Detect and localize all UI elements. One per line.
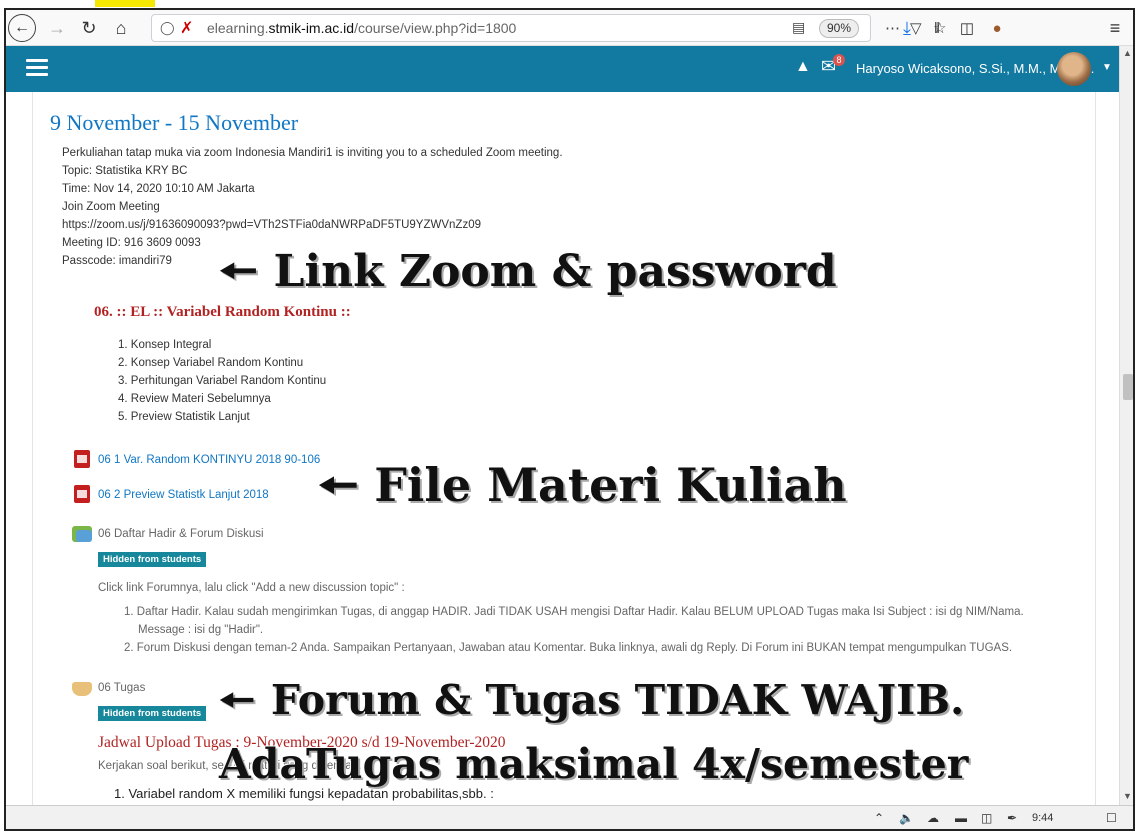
browser-window: ← → ↻ ⌂ ◯ ✗ elearning.stmik-im.ac.id/cou… [4,8,1135,831]
material-item: 5. Preview Statistik Lanjut [118,411,250,423]
hamburger-menu-icon[interactable] [26,59,48,77]
pdf-icon[interactable] [74,450,90,468]
forum-item-1-cont: Message : isi dg "Hadir". [138,624,264,636]
chevron-up-icon[interactable]: ⌃ [874,811,884,825]
assignment-icon[interactable] [72,682,92,696]
material-title: 06. :: EL :: Variabel Random Kontinu :: [94,304,351,320]
download-icon[interactable]: ⤓ [897,16,917,40]
volume-icon[interactable]: 🔈 [899,811,914,825]
annotation-zoom: 🠔 Link Zoom & password [219,239,837,314]
annotation-tugas: AdaTugas maksimal 4x/semester [219,740,969,788]
notifications-icon[interactable]: ☐ [1106,811,1117,825]
pdf-icon[interactable] [74,485,90,503]
os-taskbar: ⌃ 🔈 ☁ ▬ ◫ ✒ 9:44 ☐ [6,805,1133,829]
forward-icon[interactable]: → [46,16,68,40]
material-item: 2. Konsep Variabel Random Kontinu [118,357,304,369]
site-navbar: ▲ ✉ 8 Haryoso Wicaksono, S.Si., M.M., M.… [6,46,1119,92]
reload-icon[interactable]: ↻ [78,16,100,40]
avatar[interactable] [1057,52,1091,86]
zoom-info-line: Perkuliahan tatap muka via zoom Indonesi… [62,147,563,159]
address-bar[interactable]: ◯ ✗ elearning.stmik-im.ac.id/course/view… [151,14,946,42]
shield-icon[interactable]: ◯ [160,20,175,36]
url-text[interactable]: elearning.stmik-im.ac.id/course/view.php… [207,20,516,36]
material-item: 3. Perhitungan Variabel Random Kontinu [118,375,327,387]
course-content: 9 November - 15 November Perkuliahan tat… [6,92,1119,805]
annotation-forum: 🠔 Forum & Tugas TIDAK WAJIB. [219,670,964,740]
arrow-left-icon: 🠔 [219,246,258,297]
section-title: 9 November - 15 November [50,110,299,135]
sidebar-icon[interactable]: ◫ [956,16,978,40]
forum-icon[interactable] [72,526,92,542]
page-scrollbar[interactable]: ▲ ▼ [1119,46,1133,805]
back-icon[interactable]: ← [8,14,36,42]
browser-toolbar: ← → ↻ ⌂ ◯ ✗ elearning.stmik-im.ac.id/cou… [6,10,1133,46]
reader-view-icon[interactable]: ▤ [792,19,805,36]
pen-icon[interactable]: ✒ [1007,811,1017,825]
message-count-badge: 8 [833,54,845,66]
clock[interactable]: 9:44 [1032,812,1053,824]
assignment-link[interactable]: 06 Tugas [98,682,145,694]
material-item: 1. Konsep Integral [118,339,212,351]
file-link-1[interactable]: 06 1 Var. Random KONTINYU 2018 90-106 [98,454,320,466]
menu-icon[interactable]: ≡ [1104,16,1126,40]
notification-bell-icon[interactable]: ▲ [795,58,811,76]
material-item: 4. Review Materi Sebelumnya [118,393,271,405]
zoom-level[interactable]: 90% [819,19,859,38]
highlight-mark [95,0,155,7]
forum-item-2: 2. Forum Diskusi dengan teman-2 Anda. Sa… [124,642,1013,654]
chevron-down-icon[interactable]: ▼ [1102,62,1112,73]
zoom-info-line: Meeting ID: 916 3609 0093 [62,237,201,249]
forum-item-1: 1. Daftar Hadir. Kalau sudah mengirimkan… [124,606,1024,618]
scrollbar-thumb[interactable] [1123,374,1133,400]
hidden-badge: Hidden from students [98,552,207,567]
zoom-info-line: Join Zoom Meeting [62,201,160,213]
library-icon[interactable]: ‖ [926,16,948,40]
scroll-down-icon[interactable]: ▼ [1123,791,1132,801]
arrow-left-icon: 🠔 [318,458,359,512]
forum-link[interactable]: 06 Daftar Hadir & Forum Diskusi [98,528,264,540]
network-icon[interactable]: ◫ [981,811,992,825]
extension-icon[interactable]: ● [986,16,1008,40]
scroll-up-icon[interactable]: ▲ [1123,48,1132,58]
hidden-badge: Hidden from students [98,706,207,721]
top-strip [0,0,1141,8]
insecure-lock-icon[interactable]: ✗ [180,18,193,38]
cloud-icon[interactable]: ☁ [927,811,939,825]
annotation-files: 🠔 File Materi Kuliah [318,452,847,530]
home-icon[interactable]: ⌂ [110,16,132,40]
arrow-left-icon: 🠔 [219,676,255,724]
zoom-link[interactable]: https://zoom.us/j/91636090093?pwd=VTh2ST… [62,219,481,231]
battery-icon[interactable]: ▬ [955,811,967,825]
zoom-info-line: Topic: Statistika KRY BC [62,165,188,177]
zoom-info-line: Time: Nov 14, 2020 10:10 AM Jakarta [62,183,255,195]
file-link-2[interactable]: 06 2 Preview Statistk Lanjut 2018 [98,489,269,501]
zoom-info-line: Passcode: imandiri79 [62,255,172,267]
forum-intro: Click link Forumnya, lalu click "Add a n… [98,582,405,594]
question-1: 1. Variabel random X memiliki fungsi kep… [114,786,494,801]
